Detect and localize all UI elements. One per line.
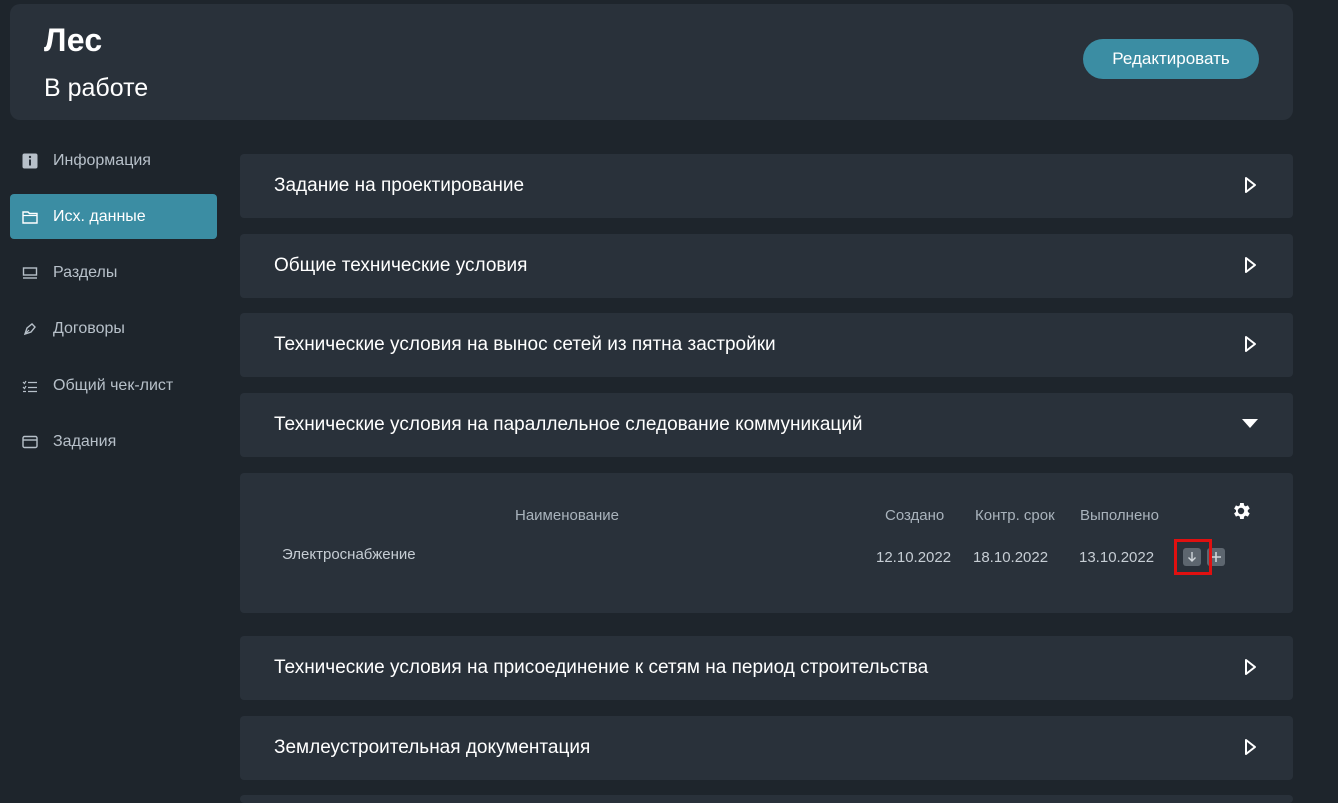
documents-table: Наименование Создано Контр. срок Выполне… — [240, 473, 1293, 613]
chevron-right-icon — [1245, 739, 1256, 755]
download-button[interactable] — [1183, 548, 1201, 566]
panel-title: Технические условия на присоединение к с… — [274, 657, 929, 678]
sidebar-item-label: Информация — [53, 151, 151, 169]
panel-title: Задание на проектирование — [274, 175, 525, 196]
plus-icon — [1211, 552, 1221, 562]
column-header-name: Наименование — [515, 507, 619, 524]
panel-title: Технические условия на параллельное след… — [274, 414, 863, 435]
arrow-down-icon — [1188, 552, 1196, 562]
sidebar-item-label: Общий чек-лист — [53, 376, 174, 394]
column-header-completed: Выполнено — [1080, 507, 1159, 524]
column-header-deadline: Контр. срок — [975, 507, 1055, 524]
sidebar-item-tasks[interactable]: Задания — [10, 419, 217, 464]
created-date: 12.10.2022 — [876, 549, 952, 566]
panel-general-tech-conditions[interactable]: Общие технические условия — [240, 234, 1293, 298]
panel-parallel-communications[interactable]: Технические условия на параллельное след… — [240, 393, 1293, 457]
document-name: Электроснабжение — [282, 546, 416, 563]
sidebar-item-sections[interactable]: Разделы — [10, 251, 217, 296]
gear-icon[interactable] — [1230, 500, 1252, 522]
completed-date: 13.10.2022 — [1079, 549, 1155, 566]
panel-network-relocation[interactable]: Технические условия на вынос сетей из пя… — [240, 313, 1293, 377]
panel-partial[interactable] — [240, 795, 1293, 803]
folder-icon — [21, 208, 39, 226]
chevron-right-icon — [1245, 257, 1256, 273]
chevron-right-icon — [1245, 177, 1256, 193]
panel-construction-connection[interactable]: Технические условия на присоединение к с… — [240, 636, 1293, 700]
info-icon — [21, 152, 39, 170]
panel-title: Технические условия на вынос сетей из пя… — [274, 334, 776, 355]
sidebar-item-contracts[interactable]: Договоры — [10, 307, 217, 352]
sidebar-item-label: Исх. данные — [53, 207, 146, 225]
project-header: Лес В работе Редактировать — [10, 4, 1293, 120]
panel-design-assignment[interactable]: Задание на проектирование — [240, 154, 1293, 218]
deadline-date: 18.10.2022 — [973, 549, 1049, 566]
sidebar-item-checklist[interactable]: Общий чек-лист — [10, 363, 217, 408]
sidebar-item-info[interactable]: Информация — [10, 138, 217, 183]
sidebar-item-label: Договоры — [53, 320, 125, 338]
column-header-created: Создано — [885, 507, 945, 524]
panel-title: Землеустроительная документация — [274, 737, 591, 758]
chevron-right-icon — [1245, 336, 1256, 352]
sidebar-item-label: Задания — [53, 432, 117, 450]
panel-title: Общие технические условия — [274, 255, 528, 276]
add-button[interactable] — [1207, 548, 1225, 566]
sidebar-item-source-data[interactable]: Исх. данные — [10, 194, 217, 240]
tasks-icon — [21, 433, 39, 451]
project-status: В работе — [44, 74, 149, 102]
edit-button[interactable]: Редактировать — [1083, 39, 1259, 79]
checklist-icon — [21, 377, 39, 395]
chevron-right-icon — [1245, 659, 1256, 675]
project-title: Лес — [44, 22, 103, 58]
sidebar: Информация Исх. данные Разделы Договоры … — [10, 138, 217, 476]
sections-icon — [21, 264, 39, 282]
panel-land-documentation[interactable]: Землеустроительная документация — [240, 716, 1293, 780]
sidebar-item-label: Разделы — [53, 264, 118, 282]
chevron-down-icon — [1242, 419, 1258, 428]
pen-icon — [21, 320, 39, 338]
